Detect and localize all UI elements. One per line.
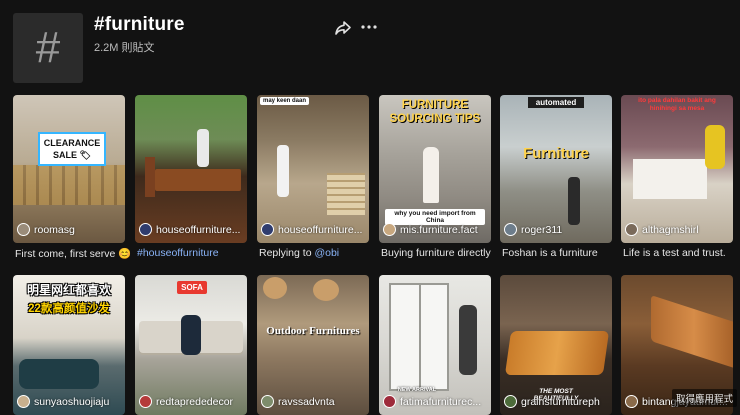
avatar bbox=[625, 223, 638, 236]
avatar bbox=[139, 223, 152, 236]
video-overlay-subtext: Furniture bbox=[523, 145, 589, 162]
video-overlay-text: NEW ARRIVAL bbox=[397, 387, 437, 393]
video-caption: Replying to @obi bbox=[259, 247, 340, 259]
avatar bbox=[383, 395, 396, 408]
video-overlay-text: automated bbox=[528, 97, 584, 108]
video-overlay-text: CLEARANCE SALE 🏷 bbox=[38, 132, 106, 166]
avatar bbox=[139, 395, 152, 408]
video-caption: Life is a test and trust. bbox=[623, 247, 726, 259]
video-thumbnail: FURNITURE SOURCING TIPS why you need imp… bbox=[379, 95, 491, 243]
username: redtaprededecor bbox=[156, 395, 234, 408]
video-thumbnail: automated Furniture roger311 bbox=[500, 95, 612, 243]
video-author: redtaprededecor bbox=[139, 395, 243, 408]
video-thumbnail: may keen daan houseoffurniture... bbox=[257, 95, 369, 243]
video-overlay-text: may keen daan bbox=[260, 97, 310, 105]
avatar bbox=[261, 223, 274, 236]
username: mis.furniture.fact bbox=[400, 223, 478, 236]
video-author: roger311 bbox=[504, 223, 608, 236]
video-overlay-text: ito pala dahilan bakit ang hinihingi sa … bbox=[638, 97, 716, 112]
video-caption: Foshan is a furniture bbox=[502, 247, 598, 259]
mention-link[interactable]: @obi bbox=[314, 247, 339, 259]
avatar bbox=[261, 395, 274, 408]
avatar bbox=[625, 395, 638, 408]
video-author: houseoffurniture... bbox=[139, 223, 243, 236]
username: fatimafurniturec... bbox=[400, 395, 482, 408]
video-thumbnail: NEW ARRIVAL fatimafurniturec... bbox=[379, 275, 491, 415]
avatar bbox=[504, 223, 517, 236]
video-thumbnail: Outdoor Furnitures ravssadvnta bbox=[257, 275, 369, 415]
video-overlay-text: 明星网红都喜欢 bbox=[26, 283, 111, 297]
video-overlay-text: FURNITURE SOURCING TIPS bbox=[389, 99, 481, 125]
username: houseoffurniture... bbox=[278, 223, 363, 236]
avatar bbox=[17, 395, 30, 408]
username: grainsfurnitureph bbox=[521, 395, 600, 408]
video-thumbnail: CLEARANCE SALE 🏷 roomasg bbox=[13, 95, 125, 243]
video-caption[interactable]: #houseoffurniture bbox=[137, 247, 257, 259]
video-thumbnail: 明星网红都喜欢 22款高颜值沙发 sunyaoshuojiaju bbox=[13, 275, 125, 415]
username: ravssadvnta bbox=[278, 395, 335, 408]
video-author: althagmshirl bbox=[625, 223, 729, 236]
username: althagmshirl bbox=[642, 223, 699, 236]
video-author: mis.furniture.fact bbox=[383, 223, 487, 236]
video-author: fatimafurniturec... bbox=[383, 395, 487, 408]
video-author: houseoffurniture... bbox=[261, 223, 365, 236]
video-thumbnail: THE MOST BEAUTIFULLY grainsfurnitureph bbox=[500, 275, 612, 415]
username: houseoffurniture... bbox=[156, 223, 241, 236]
get-app-button[interactable]: 取得應用程式 bbox=[672, 389, 738, 407]
video-caption: Buying furniture directly bbox=[381, 247, 491, 259]
video-author: grainsfurnitureph bbox=[504, 395, 608, 408]
username: sunyaoshuojiaju bbox=[34, 395, 110, 408]
avatar bbox=[504, 395, 517, 408]
video-overlay-text: Outdoor Furnitures bbox=[266, 325, 360, 337]
video-author: sunyaoshuojiaju bbox=[17, 395, 121, 408]
username: roger311 bbox=[521, 223, 563, 236]
video-overlay-subtext: 22款高颜值沙发 bbox=[28, 303, 110, 315]
avatar bbox=[17, 223, 30, 236]
video-caption: First come, first serve 😊 bbox=[15, 248, 132, 260]
username: roomasg bbox=[34, 223, 75, 236]
video-author: roomasg bbox=[17, 223, 121, 236]
video-author: ravssadvnta bbox=[261, 395, 365, 408]
video-thumbnail: ito pala dahilan bakit ang hinihingi sa … bbox=[621, 95, 733, 243]
video-thumbnail: SOFA redtaprededecor bbox=[135, 275, 247, 415]
video-thumbnail: houseoffurniture... bbox=[135, 95, 247, 243]
video-grid: CLEARANCE SALE 🏷 roomasg First come, fir… bbox=[0, 0, 740, 415]
video-overlay-text: SOFA bbox=[177, 281, 207, 294]
avatar bbox=[383, 223, 396, 236]
